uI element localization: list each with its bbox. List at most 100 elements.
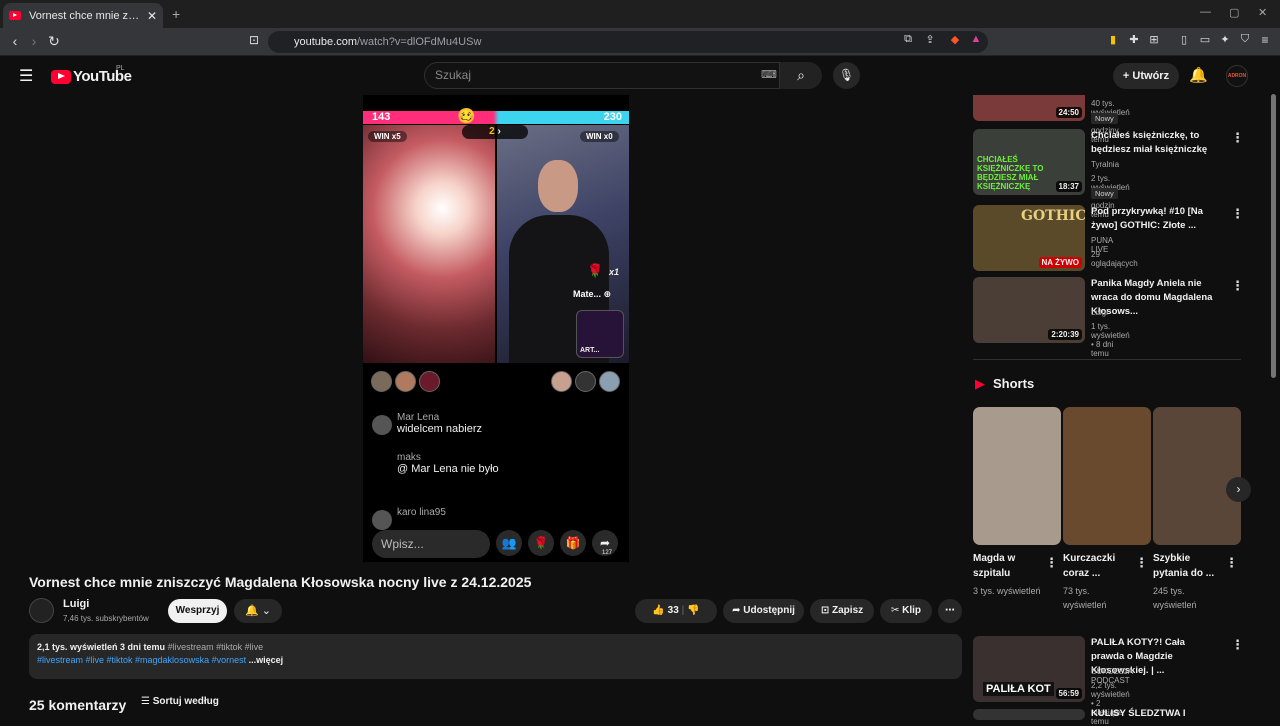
more-options-icon[interactable]: ⋮ [1225,555,1238,571]
sort-comments-button[interactable]: ☰ Sortuj według [141,696,219,707]
address-bar[interactable]: youtube.com/watch?v=dlOFdMu4USw [268,31,988,53]
pk-score-bar [363,111,629,124]
scrollbar-thumb[interactable] [1271,94,1276,378]
video-player[interactable]: 143 230 🥴 WIN x5 WIN x0 2 › 🌹 x1 Mate...… [363,95,629,562]
channel-name[interactable]: Tyralnia [1091,160,1119,169]
rewards-icon[interactable]: ▲ [967,33,985,45]
create-button[interactable]: + Utwórz [1113,63,1179,89]
thumbnail-text: CHCIAŁEŚ KSIĘŻNICZKĘ TO BĘDZIESZ MIAŁ KS… [977,155,1044,191]
gift-icon: 🎁 [565,536,581,550]
rose-button[interactable]: 🌹 [528,530,554,556]
sidebar-toggle-icon[interactable]: ▯ [1175,33,1193,46]
close-tab-icon[interactable]: ✕ [147,9,157,23]
shield-icon[interactable]: ◆ [946,33,964,46]
mini-stream-card[interactable]: ART... [576,310,624,358]
keyboard-icon[interactable]: ⌨ [761,63,777,88]
shorts-next-button[interactable]: › [1226,477,1251,502]
puzzle-icon[interactable]: ✚ [1125,33,1143,46]
short-thumbnail[interactable] [1063,407,1151,545]
views-date: 2,1 tys. wyświetleń 3 dni temu [37,642,166,652]
pk-round-badge[interactable]: 2 › [462,125,528,139]
minimize-icon[interactable]: — [1200,6,1211,18]
hamburger-menu-icon[interactable]: ☰ [19,66,33,86]
save-button[interactable]: ⊡ Zapisz [810,599,874,623]
chat-input[interactable]: Wpisz... [372,530,490,558]
short-title[interactable]: Magda w szpitalu [973,551,1043,581]
search-icon: ⌕ [797,67,805,83]
browser-tab[interactable]: Vornest chce mnie zniszczyć Magdalena Kł… [3,3,163,28]
invite-button[interactable]: 👥 [496,530,522,556]
video-thumbnail[interactable]: 24:50 [973,95,1085,121]
support-button[interactable]: Wesprzyj [168,599,227,623]
new-tab-icon[interactable]: + [172,6,180,22]
gift-button[interactable]: 🎁 [560,530,586,556]
video-thumbnail[interactable]: 2:20:39 [973,277,1085,343]
share-button[interactable]: ➦ Udostępnij [723,599,804,623]
chat-text: @ Mar Lena nie było [397,463,499,475]
sort-icon: ☰ [141,696,150,707]
share-stream-button[interactable]: ➦ 127 [592,530,618,556]
short-thumbnail[interactable] [1153,407,1241,545]
voice-search-button[interactable]: 🎙 [833,62,860,89]
menu-icon[interactable]: ≡ [1256,33,1274,47]
page-scrollbar[interactable] [1270,56,1278,720]
reload-icon[interactable]: ↻ [45,33,63,50]
search-button[interactable]: ⌕ [780,62,822,89]
short-thumbnail[interactable] [973,407,1061,545]
more-actions-button[interactable]: ⋯ [938,599,962,623]
top-hashtags[interactable]: #livestream #tiktok #live [168,642,264,652]
channel-avatar[interactable] [29,598,54,623]
win-right-badge: WIN x0 [580,131,619,142]
video-title[interactable]: KULISY ŚLEDZTWA I PRAWDA [1091,707,1213,720]
more-options-icon[interactable]: ⋮ [1231,206,1244,222]
channel-name[interactable]: Luigi [1091,308,1108,317]
new-badge: Nowy [1091,113,1118,124]
video-thumbnail[interactable]: PALIŁA KOT 56:59 [973,636,1085,702]
video-thumbnail[interactable]: CHCIAŁEŚ KSIĘŻNICZKĘ TO BĘDZIESZ MIAŁ KS… [973,129,1085,195]
back-icon[interactable]: ‹ [6,33,24,49]
wallet-icon[interactable]: ▭ [1196,33,1214,46]
short-title[interactable]: Kurczaczki coraz ... [1063,551,1133,581]
user-avatar[interactable]: ADRON [1226,65,1248,87]
search-input[interactable]: Szukaj ⌨ [424,62,780,89]
video-duration: 2:20:39 [1048,329,1082,340]
video-title[interactable]: Pod przykrywką! #10 [Na żywo] GOTHIC: Zł… [1091,205,1213,233]
chat-message: Mar Lena widelcem nabierz [397,412,482,435]
more-options-icon[interactable]: ⋮ [1135,555,1148,571]
more-options-icon[interactable]: ⋮ [1045,555,1058,571]
description-box[interactable]: 2,1 tys. wyświetleń 3 dni temu #livestre… [29,634,962,679]
notification-settings-button[interactable]: 🔔 ⌄ [234,599,282,623]
dislike-icon[interactable]: 👎 [687,605,699,616]
translate-icon[interactable]: ⊞ [1145,33,1163,46]
notifications-bell-icon[interactable]: 🔔 [1189,66,1208,84]
chat-input-placeholder: Wpisz... [381,537,424,551]
extension-icon[interactable]: ▮ [1104,33,1122,46]
ai-icon[interactable]: ✦ [1216,33,1234,46]
like-count: 33 [667,605,679,616]
share-page-icon[interactable]: ⇪ [921,33,939,46]
subscriber-count: 7,46 tys. subskrybentów [63,614,149,623]
open-in-app-icon[interactable]: ⧉ [899,33,917,46]
short-title[interactable]: Szybkie pytania do ... [1153,551,1223,581]
forward-icon[interactable]: › [25,33,43,49]
mate-label[interactable]: Mate... ⊕ [573,289,611,300]
more-options-icon[interactable]: ⋮ [1231,278,1244,294]
clip-button[interactable]: ✂ Klip [880,599,932,623]
video-title[interactable]: Chciałeś księżniczkę, to będziesz miał k… [1091,129,1213,157]
maximize-icon[interactable]: ▢ [1229,6,1239,19]
description-hashtags[interactable]: #livestream #live #tiktok #magdaklosowsk… [37,655,246,665]
video-thumbnail[interactable] [973,709,1085,720]
like-button[interactable]: 👍 33 [652,605,678,616]
more-options-icon[interactable]: ⋮ [1231,637,1244,653]
channel-name[interactable]: Luigi [63,598,89,610]
recommended-video[interactable]: KULISY ŚLEDZTWA I PRAWDA [973,707,1241,720]
youtube-logo[interactable]: YouTube PL [51,65,132,85]
vpn-icon[interactable]: ⛉ [1236,33,1254,46]
more-options-icon[interactable]: ⋮ [1231,130,1244,146]
video-title[interactable]: Panika Magdy Aniela nie wraca do domu Ma… [1091,277,1213,319]
close-window-icon[interactable]: ✕ [1258,6,1267,19]
video-thumbnail[interactable]: GOTHIC NA ŻYWO [973,205,1085,271]
show-more-link[interactable]: ...więcej [249,655,284,665]
live-badge: NA ŻYWO [1038,257,1082,268]
bookmark-icon[interactable]: ⊡ [245,33,263,47]
